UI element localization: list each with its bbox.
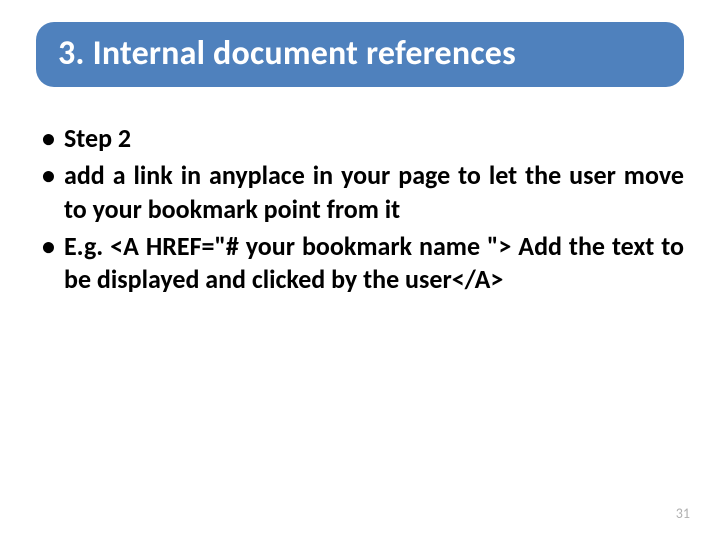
bullet-item: add a link in anyplace in your page to l… (36, 159, 684, 226)
body-area: Step 2 add a link in anyplace in your pa… (36, 122, 684, 300)
page-number: 31 (676, 505, 690, 522)
bullet-list: Step 2 add a link in anyplace in your pa… (36, 122, 684, 296)
bullet-item: Step 2 (36, 122, 684, 155)
bullet-item: E.g. <A HREF="# your bookmark name "> Ad… (36, 230, 684, 297)
slide-title: 3. Internal document references (58, 34, 662, 73)
slide: 3. Internal document references Step 2 a… (0, 0, 720, 540)
title-box: 3. Internal document references (36, 22, 684, 87)
